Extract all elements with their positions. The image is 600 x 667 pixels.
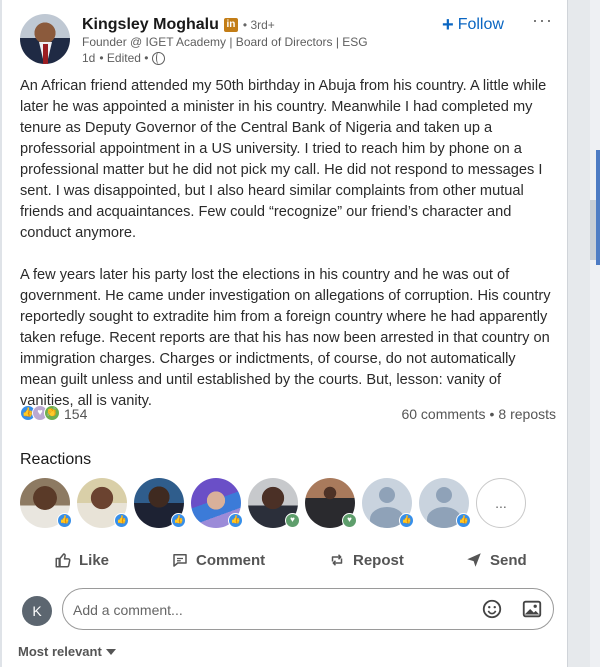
post-card: Kingsley Moghalu in • 3rd+ Founder @ IGE… [2, 0, 568, 667]
like-icon: 👍 [399, 513, 414, 528]
image-icon[interactable] [521, 598, 543, 620]
reactions-heading: Reactions [20, 451, 92, 468]
scrollbar-track[interactable] [590, 0, 600, 667]
post-paragraph-2: A few years later his party lost the ele… [20, 267, 551, 409]
reactor-avatar[interactable]: 👍 [20, 478, 72, 528]
comment-input[interactable] [73, 597, 453, 623]
like-label: Like [79, 551, 110, 569]
reactor-avatar[interactable]: 👍 [419, 478, 471, 528]
reactor-avatar[interactable]: 👍 [191, 478, 243, 528]
sort-label: Most relevant [18, 644, 102, 659]
reactor-avatar[interactable]: 👍 [77, 478, 129, 528]
reactor-avatar[interactable]: 👍 [362, 478, 414, 528]
support-icon: ♥ [285, 513, 300, 528]
more-options-button[interactable]: ··· [532, 10, 553, 31]
action-bar: Like Comment Repost Send [2, 545, 567, 579]
like-icon: 👍 [114, 513, 129, 528]
author-name[interactable]: Kingsley Moghalu [82, 16, 219, 34]
emoji-icon[interactable] [481, 598, 503, 620]
repost-icon [331, 554, 343, 566]
celebrate-reaction-icon: 👏 [44, 405, 60, 421]
post-header: Kingsley Moghalu in • 3rd+ Founder @ IGE… [2, 10, 567, 70]
side-panel-tab[interactable] [596, 150, 600, 265]
plus-icon: + [442, 14, 454, 36]
repost-button[interactable]: Repost [328, 551, 404, 569]
send-label: Send [490, 551, 527, 569]
follow-label: Follow [457, 16, 504, 33]
comments-reposts: 60 comments • 8 reposts [401, 406, 556, 422]
post-body: An African friend attended my 50th birth… [20, 76, 556, 433]
reactors-list: 👍 👍 👍 👍 ♥ ♥ 👍 👍 ... [20, 478, 526, 530]
send-button[interactable]: Send [465, 551, 527, 569]
author-name-row: Kingsley Moghalu in • 3rd+ [82, 16, 275, 34]
current-user-avatar[interactable]: K [22, 596, 52, 626]
right-sidebar [568, 0, 600, 667]
support-icon: ♥ [342, 513, 357, 528]
sort-comments-dropdown[interactable]: Most relevant [18, 644, 116, 659]
counts-separator: • [489, 406, 495, 422]
reactor-avatar[interactable]: 👍 [134, 478, 186, 528]
social-counts: 👍 ♥ 👏 154 60 comments • 8 reposts [20, 403, 556, 425]
like-icon: 👍 [228, 513, 243, 528]
follow-button[interactable]: + Follow [442, 12, 504, 38]
post-paragraph-1: An African friend attended my 50th birth… [20, 78, 547, 241]
like-button[interactable]: Like [54, 551, 109, 569]
more-reactors-button[interactable]: ... [476, 478, 526, 528]
post-time: 1d [82, 51, 96, 65]
like-icon: 👍 [456, 513, 471, 528]
reposts-count[interactable]: 8 reposts [498, 406, 556, 422]
thumbs-up-icon [55, 553, 71, 568]
reactor-avatar[interactable]: ♥ [305, 478, 357, 528]
post-meta: 1d • Edited • [82, 51, 166, 65]
linkedin-premium-icon: in [223, 18, 238, 32]
like-icon: 👍 [171, 513, 186, 528]
reaction-count[interactable]: 154 [64, 406, 87, 422]
send-icon [467, 553, 481, 567]
comment-composer: K [2, 588, 567, 634]
like-icon: 👍 [57, 513, 72, 528]
chevron-down-icon [105, 648, 116, 655]
comments-count[interactable]: 60 comments [401, 406, 485, 422]
author-headline: Founder @ IGET Academy | Board of Direct… [82, 35, 368, 49]
comment-button[interactable]: Comment [171, 551, 265, 569]
reactor-avatar[interactable]: ♥ [248, 478, 300, 528]
post-edited: • Edited • [99, 51, 149, 65]
comment-box[interactable] [62, 588, 554, 630]
reaction-icons[interactable]: 👍 ♥ 👏 [20, 405, 60, 421]
comment-icon [173, 554, 187, 567]
author-avatar[interactable] [20, 14, 70, 64]
globe-icon [152, 51, 166, 65]
repost-label: Repost [353, 551, 404, 569]
connection-degree: • 3rd+ [242, 18, 275, 32]
comment-label: Comment [196, 551, 266, 569]
